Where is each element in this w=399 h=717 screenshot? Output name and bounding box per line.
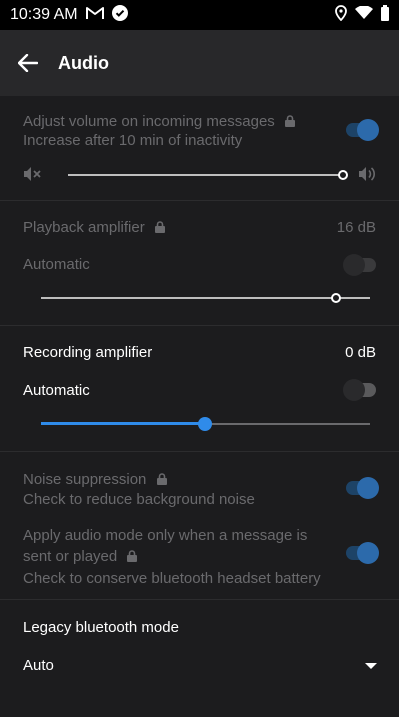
recording-amplifier-value: 0 dB — [345, 344, 376, 361]
check-circle-icon — [111, 4, 128, 26]
adjust-volume-title: Adjust volume on incoming messages — [23, 113, 275, 130]
noise-suppression-summary: Check to reduce background noise — [23, 491, 255, 508]
audio-mode-title-line2: sent or played — [23, 548, 118, 565]
adjust-volume-summary: Increase after 10 min of inactivity — [23, 132, 243, 149]
gmail-icon — [85, 6, 104, 25]
divider — [0, 325, 399, 326]
audio-mode-setting[interactable]: Apply audio mode only when a message is … — [23, 525, 321, 589]
lock-icon — [127, 547, 138, 568]
location-icon — [335, 4, 347, 26]
dropdown-arrow-icon[interactable] — [365, 663, 377, 669]
volume-mute-icon — [23, 166, 41, 187]
audio-mode-toggle[interactable] — [346, 542, 379, 564]
lock-icon — [284, 114, 295, 132]
slider-thumb[interactable] — [331, 293, 341, 303]
status-bar: 10:39 AM — [0, 0, 399, 30]
app-bar: Audio — [0, 30, 399, 96]
settings-list: Adjust volume on incoming messages Incre… — [0, 96, 399, 717]
lock-icon — [156, 471, 167, 490]
adjust-volume-setting[interactable]: Adjust volume on incoming messages Incre… — [23, 113, 376, 150]
lock-icon — [154, 220, 165, 237]
recording-automatic-label: Automatic — [23, 382, 90, 399]
playback-amplifier-title: Playback amplifier — [23, 219, 145, 236]
noise-suppression-setting[interactable]: Noise suppression Check to reduce backgr… — [23, 470, 376, 509]
playback-automatic-label: Automatic — [23, 256, 90, 273]
divider — [0, 451, 399, 452]
slider-thumb[interactable] — [198, 417, 212, 431]
playback-automatic-toggle[interactable] — [343, 254, 376, 276]
noise-suppression-title: Noise suppression — [23, 471, 147, 488]
playback-amplifier-value: 16 dB — [336, 219, 376, 236]
recording-amplifier-title: Recording amplifier — [23, 344, 153, 361]
audio-mode-summary: Check to conserve bluetooth headset batt… — [23, 570, 321, 587]
volume-up-icon — [358, 166, 376, 187]
noise-suppression-toggle[interactable] — [346, 477, 379, 499]
audio-mode-title-line1: Apply audio mode only when a message is — [23, 527, 308, 544]
adjust-volume-toggle[interactable] — [346, 119, 379, 141]
playback-amplifier-setting[interactable]: Playback amplifier — [23, 219, 376, 237]
back-arrow-icon[interactable] — [16, 51, 40, 75]
incoming-volume-slider[interactable] — [68, 165, 348, 185]
legacy-bluetooth-title: Legacy bluetooth mode — [23, 619, 179, 636]
divider — [0, 599, 399, 600]
legacy-bluetooth-selected: Auto — [23, 657, 54, 674]
page-title: Audio — [58, 52, 109, 73]
divider — [0, 200, 399, 201]
status-time: 10:39 AM — [10, 6, 78, 23]
recording-automatic-toggle[interactable] — [343, 379, 376, 401]
playback-amplifier-slider[interactable] — [41, 288, 370, 308]
slider-thumb[interactable] — [338, 170, 348, 180]
legacy-bluetooth-dropdown[interactable]: Auto — [23, 657, 376, 674]
wifi-icon — [355, 4, 373, 25]
battery-icon — [381, 4, 389, 26]
recording-amplifier-slider[interactable] — [41, 414, 370, 434]
